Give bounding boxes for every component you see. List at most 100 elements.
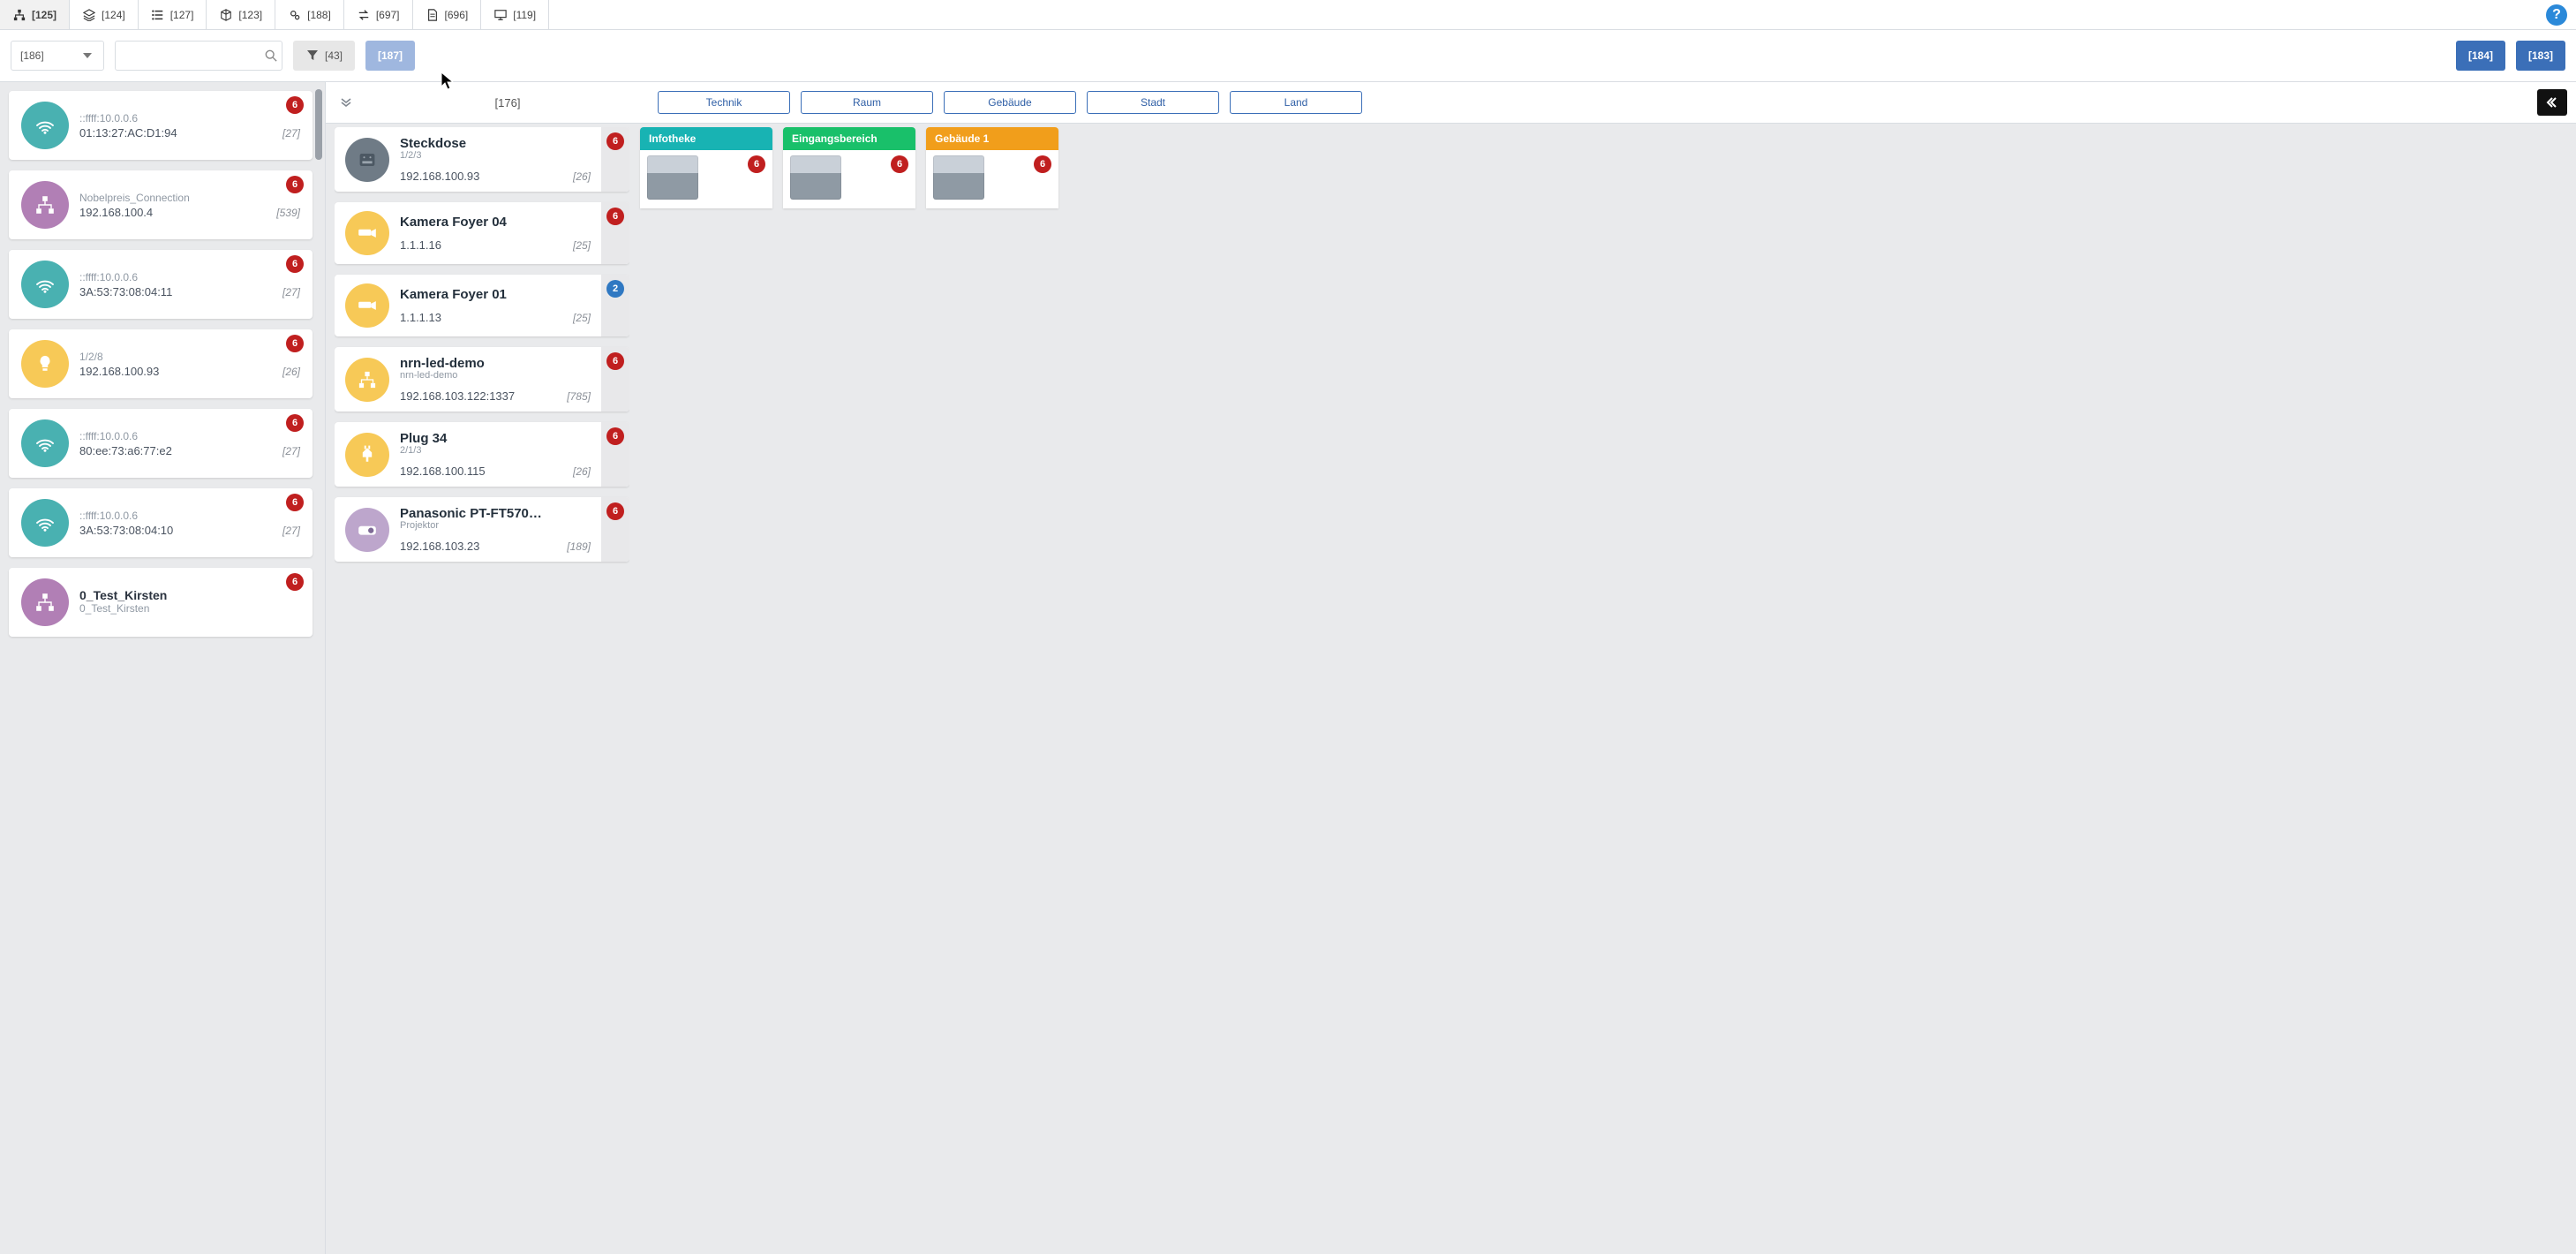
device-count: [25]	[573, 239, 591, 252]
cam-icon	[345, 283, 389, 328]
search-icon[interactable]	[265, 49, 277, 63]
device-title: Kamera Foyer 04	[400, 215, 591, 230]
level-pill-raum[interactable]: Raum	[801, 91, 933, 114]
left-item[interactable]: ::ffff:10.0.0.680:ee:73:a6:77:e2[27]6	[9, 409, 313, 478]
location-column: Infotheke6	[640, 127, 772, 1245]
left-item-sub: ::ffff:10.0.0.6	[79, 112, 300, 125]
left-item[interactable]: ::ffff:10.0.0.63A:53:73:08:04:10[27]6	[9, 488, 313, 557]
filter-button[interactable]: [43]	[293, 41, 355, 71]
hierarchy-icon	[12, 8, 26, 22]
toolbar-button-2[interactable]: [183]	[2516, 41, 2565, 71]
left-item-sub: ::ffff:10.0.0.6	[79, 271, 300, 283]
top-tabs: [125] [124] [127] [123] [188] [697] [696] [119]…	[0, 0, 2576, 30]
monitor-icon	[493, 8, 508, 22]
location-badge: 6	[891, 155, 908, 173]
left-item[interactable]: ::ffff:10.0.0.63A:53:73:08:04:11[27]6	[9, 250, 313, 319]
device-sub: nrn-led-demo	[400, 370, 591, 381]
toolbar-button-1[interactable]: [184]	[2456, 41, 2505, 71]
device-card[interactable]: Plug 342/1/3192.168.100.115[26]6	[335, 422, 629, 487]
alert-badge: 6	[286, 96, 304, 114]
alert-badge: 6	[286, 255, 304, 273]
left-item-addr: 192.168.100.4	[79, 206, 153, 219]
expand-toggle[interactable]	[335, 91, 358, 114]
collapse-button[interactable]	[2537, 89, 2567, 116]
device-card[interactable]: Steckdose1/2/3192.168.100.93[26]6	[335, 127, 629, 192]
device-title: Steckdose	[400, 136, 591, 151]
view-select[interactable]: [186]	[11, 41, 104, 71]
tab-label: [125]	[32, 9, 56, 21]
device-title: Kamera Foyer 01	[400, 287, 591, 302]
left-item[interactable]: 1/2/8192.168.100.93[26]6	[9, 329, 313, 398]
device-badge: 6	[606, 132, 624, 150]
tab-label: [119]	[513, 9, 536, 21]
left-item-sub: ::ffff:10.0.0.6	[79, 510, 300, 522]
left-item-count: [27]	[282, 286, 300, 298]
device-count: [25]	[573, 312, 591, 324]
alert-badge: 6	[286, 335, 304, 352]
device-card[interactable]: Panasonic PT-FT570…Projektor192.168.103.…	[335, 497, 629, 562]
left-item[interactable]: Nobelpreis_Connection192.168.100.4[539]6	[9, 170, 313, 239]
layers-icon	[82, 8, 96, 22]
left-item-count: [27]	[282, 127, 300, 140]
device-ip: 1.1.1.16	[400, 238, 441, 252]
tab-label: [123]	[238, 9, 262, 21]
plug2-icon	[345, 433, 389, 477]
device-count: [785]	[567, 390, 591, 403]
device-card[interactable]: nrn-led-demonrn-led-demo192.168.103.122:…	[335, 347, 629, 412]
net-icon	[21, 181, 69, 229]
level-pill-technik[interactable]: Technik	[658, 91, 790, 114]
device-ip: 192.168.103.122:1337	[400, 389, 515, 403]
location-badge: 6	[748, 155, 765, 173]
location-card[interactable]: Eingangsbereich6	[783, 127, 915, 208]
transfer-icon	[357, 8, 371, 22]
net-icon	[21, 578, 69, 626]
tab-label: [127]	[170, 9, 194, 21]
tab-transfer[interactable]: [697]	[344, 0, 413, 29]
location-card[interactable]: Infotheke6	[640, 127, 772, 208]
bulb-icon	[21, 340, 69, 388]
location-column: Eingangsbereich6	[783, 127, 915, 1245]
device-badge: 6	[606, 502, 624, 520]
left-item-count: [26]	[282, 366, 300, 378]
right-header: [176] TechnikRaumGebäudeStadtLand	[326, 82, 2576, 124]
gears-icon	[288, 8, 302, 22]
location-badge: 6	[1034, 155, 1051, 173]
help-button[interactable]: ?	[2546, 4, 2567, 26]
tab-label: [697]	[376, 9, 400, 21]
search-box[interactable]	[115, 41, 282, 71]
left-item[interactable]: 0_Test_Kirsten0_Test_Kirsten6	[9, 568, 313, 637]
tab-layers[interactable]: [124]	[70, 0, 139, 29]
device-count: [26]	[573, 170, 591, 183]
search-input[interactable]	[124, 49, 265, 63]
wifi-icon	[21, 419, 69, 467]
tab-doc[interactable]: [696]	[413, 0, 482, 29]
tab-monitor[interactable]: [119]	[481, 0, 549, 29]
wifi-icon	[21, 261, 69, 308]
alert-badge: 6	[286, 176, 304, 193]
level-pill-gebäude[interactable]: Gebäude	[944, 91, 1076, 114]
tab-gears[interactable]: [188]	[275, 0, 344, 29]
level-pill-stadt[interactable]: Stadt	[1087, 91, 1219, 114]
left-item-sub: ::ffff:10.0.0.6	[79, 430, 300, 442]
device-badge: 2	[606, 280, 624, 298]
location-thumbnail	[647, 155, 698, 200]
location-header: Gebäude 1	[926, 127, 1058, 150]
tab-cube[interactable]: [123]	[207, 0, 275, 29]
cube-icon	[219, 8, 233, 22]
tab-hierarchy[interactable]: [125]	[0, 0, 70, 29]
tab-list[interactable]: [127]	[139, 0, 207, 29]
device-card[interactable]: Kamera Foyer 041.1.1.16[25]6	[335, 202, 629, 264]
left-item-sub: Nobelpreis_Connection	[79, 192, 300, 204]
scrollbar-thumb[interactable]	[315, 89, 322, 160]
left-item[interactable]: ::ffff:10.0.0.601:13:27:AC:D1:94 [27] 6	[9, 91, 313, 160]
action-button[interactable]: [187]	[365, 41, 415, 71]
main: ::ffff:10.0.0.601:13:27:AC:D1:94[27]6Nob…	[0, 82, 2576, 1254]
left-item-addr: 01:13:27:AC:D1:94	[79, 126, 177, 140]
device-card[interactable]: Kamera Foyer 011.1.1.13[25]2	[335, 275, 629, 336]
tab-label: [124]	[102, 9, 125, 21]
device-count: [189]	[567, 540, 591, 553]
location-card[interactable]: Gebäude 1 6	[926, 127, 1058, 208]
level-pill-land[interactable]: Land	[1230, 91, 1362, 114]
location-thumbnail	[933, 155, 984, 200]
proj-icon	[345, 508, 389, 552]
